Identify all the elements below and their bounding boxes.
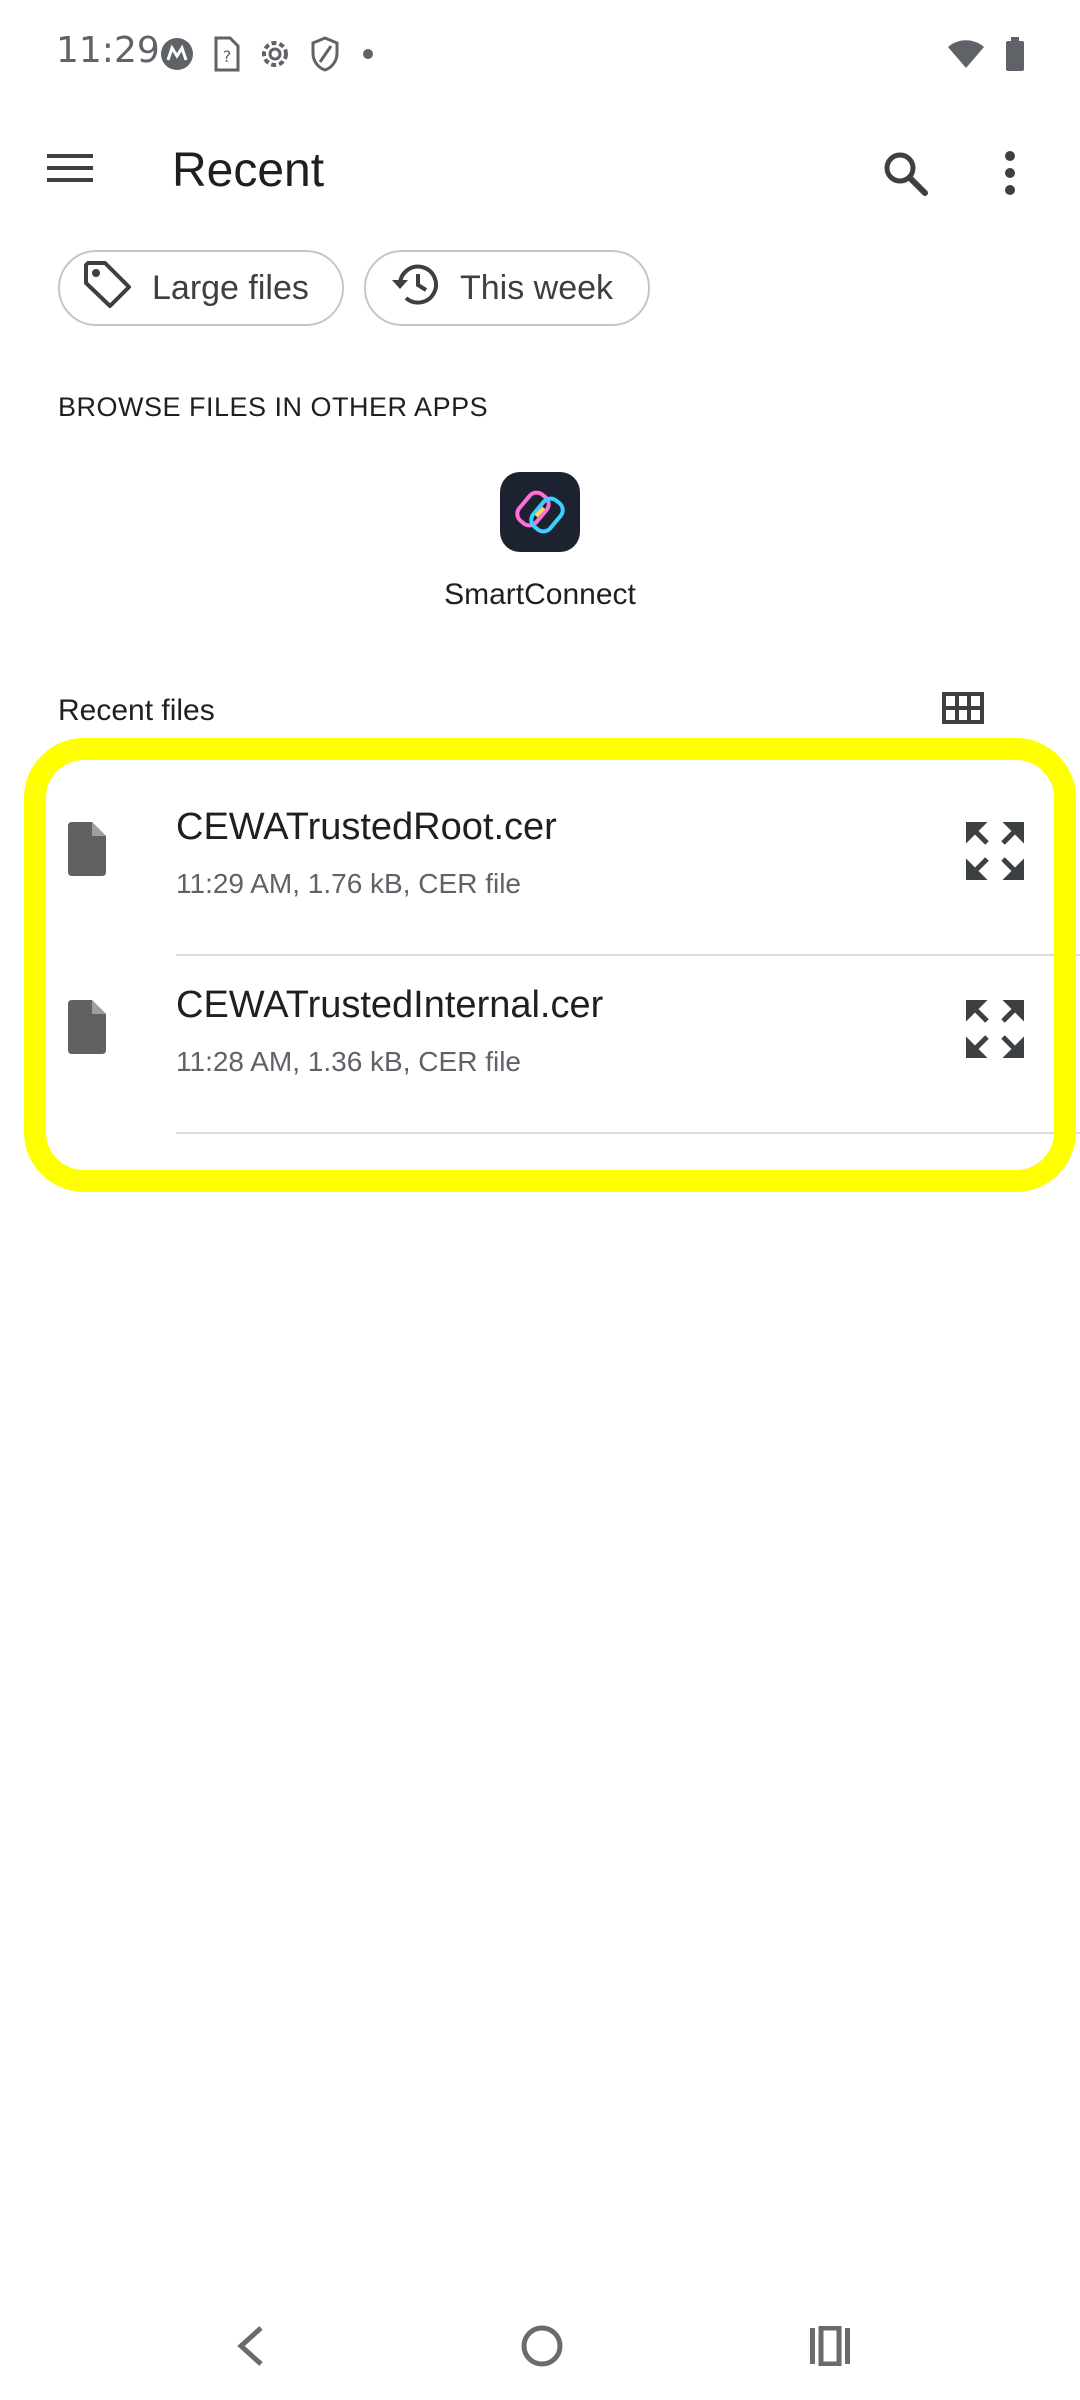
wifi-icon (946, 38, 986, 74)
chip-large-files-label: Large files (152, 268, 309, 307)
status-icons-right (946, 36, 1026, 76)
shield-icon (310, 36, 340, 76)
page-title: Recent (172, 144, 325, 197)
settings-icon (258, 37, 292, 75)
highlight-box (24, 738, 1076, 1192)
search-icon (882, 150, 928, 200)
status-time: 11:29 (56, 30, 160, 71)
dot-icon (358, 44, 378, 68)
search-button[interactable] (870, 140, 940, 210)
home-icon (520, 2324, 564, 2372)
smartconnect-icon (500, 472, 580, 552)
chip-large-files[interactable]: Large files (58, 250, 344, 326)
nav-recents-button[interactable] (800, 2318, 860, 2378)
back-icon (235, 2324, 265, 2372)
grid-view-button[interactable] (938, 688, 988, 732)
nav-home-button[interactable] (512, 2318, 572, 2378)
browse-apps-heading: BROWSE FILES IN OTHER APPS (58, 392, 489, 422)
motorola-icon (160, 37, 194, 75)
svg-text:?: ? (223, 47, 232, 66)
recent-files-heading: Recent files (58, 694, 215, 727)
history-icon (388, 259, 440, 318)
tag-icon (82, 259, 132, 318)
recents-icon (808, 2325, 852, 2370)
chip-this-week[interactable]: This week (364, 250, 650, 326)
nav-back-button[interactable] (220, 2318, 280, 2378)
sim-unknown-icon: ? (212, 36, 240, 76)
app-tile-smartconnect[interactable]: SmartConnect (410, 472, 670, 632)
battery-icon (1004, 36, 1026, 76)
more-options-button[interactable] (985, 140, 1035, 210)
grid-view-icon (942, 692, 984, 728)
menu-button[interactable] (40, 140, 100, 200)
chip-this-week-label: This week (460, 268, 614, 307)
status-icons-left: ? (160, 36, 378, 76)
menu-icon (47, 152, 93, 188)
more-vert-icon (1004, 150, 1016, 200)
app-tile-label: SmartConnect (444, 578, 636, 611)
